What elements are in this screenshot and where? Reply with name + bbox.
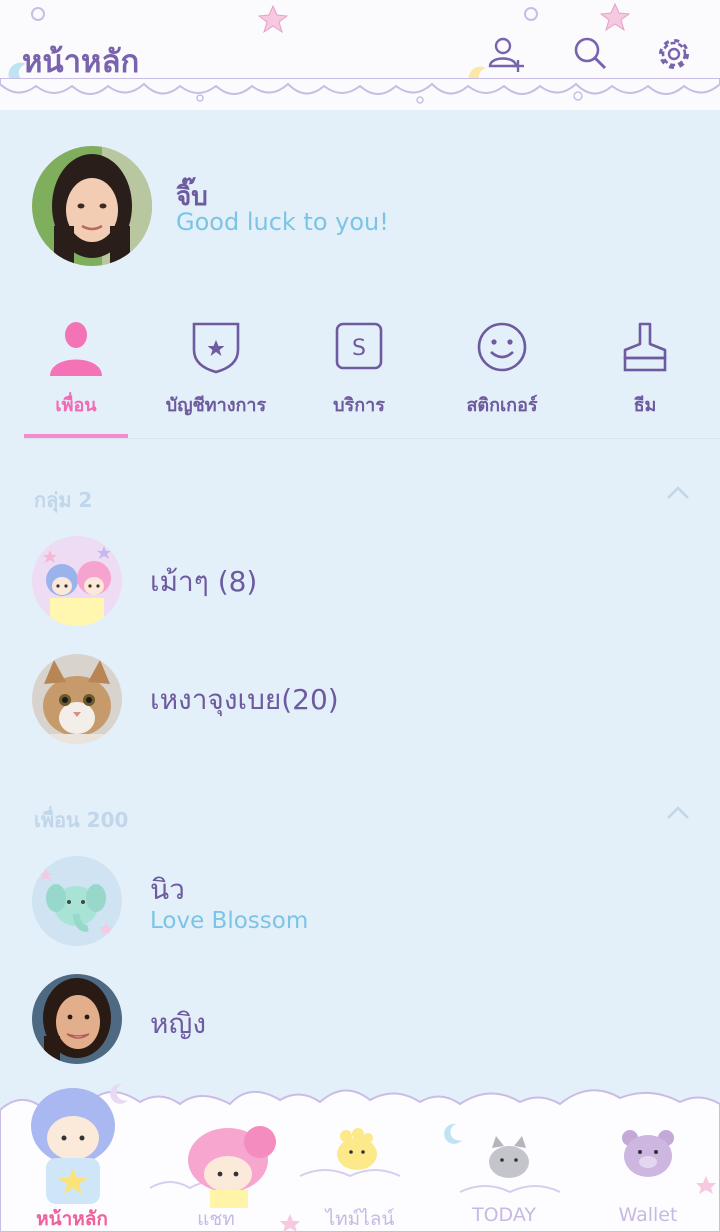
friend-avatar	[32, 974, 122, 1064]
tab-services[interactable]: S บริการ	[287, 318, 431, 438]
nav-timeline[interactable]: ไทม์ไลน์	[288, 1204, 432, 1232]
friend-status-message: Love Blossom	[150, 908, 309, 934]
tab-label: บัญชีทางการ	[165, 395, 267, 416]
tab-label: เพื่อน	[55, 395, 97, 416]
group-avatar	[32, 654, 122, 744]
nav-wallet[interactable]: Wallet	[576, 1204, 720, 1226]
groups-section-header[interactable]: กลุ่ม 2	[34, 484, 92, 516]
friend-row[interactable]: นิว Love Blossom	[0, 850, 720, 950]
service-s-icon: S	[335, 322, 383, 370]
group-name: เหงาจุงเบย(20)	[150, 683, 339, 716]
chevron-up-icon[interactable]	[664, 484, 692, 502]
twin-stars-image	[32, 536, 122, 626]
friend-row[interactable]: หญิง	[0, 968, 720, 1068]
kiki-character-image	[31, 1088, 115, 1204]
bubble-icon	[31, 7, 45, 21]
official-shield-icon	[192, 322, 240, 374]
divider	[24, 438, 720, 439]
star-icon	[600, 2, 630, 32]
home-tab-bar: เพื่อน บัญชีทางการ S บริการ สติกเกอร์ ธี…	[0, 318, 720, 440]
woman-photo	[32, 974, 122, 1064]
group-row[interactable]: เม้าๆ (8)	[0, 530, 720, 630]
group-avatar	[32, 536, 122, 626]
nav-chats[interactable]: แชท	[144, 1204, 288, 1232]
svg-text:S: S	[352, 336, 366, 361]
tab-friends[interactable]: เพื่อน	[4, 318, 148, 438]
profile-avatar[interactable]	[32, 146, 152, 266]
nav-today[interactable]: TODAY	[432, 1204, 576, 1226]
friend-avatar	[32, 856, 122, 946]
bottom-navigation: หน้าหลัก แชท ไทม์ไลน์ TODAY Wallet	[0, 1080, 720, 1232]
profile-photo	[32, 146, 152, 266]
chick-image	[337, 1128, 377, 1170]
bear-image	[622, 1130, 674, 1177]
my-profile[interactable]: จิ๊บ Good luck to you!	[0, 140, 720, 280]
star-icon	[258, 4, 288, 34]
header-cloud-border	[0, 78, 720, 104]
smiley-icon	[477, 322, 527, 372]
group-name: เม้าๆ (8)	[150, 565, 258, 598]
tab-stickers[interactable]: สติกเกอร์	[430, 318, 574, 438]
friend-name: หญิง	[150, 1007, 206, 1040]
tab-label: บริการ	[333, 395, 385, 416]
lala-character-image	[188, 1126, 276, 1208]
tab-official-accounts[interactable]: บัญชีทางการ	[144, 318, 288, 438]
tab-label: สติกเกอร์	[466, 395, 538, 416]
add-friend-icon[interactable]	[486, 34, 526, 74]
group-row[interactable]: เหงาจุงเบย(20)	[0, 648, 720, 748]
cat-photo	[32, 654, 122, 744]
nav-home[interactable]: หน้าหลัก	[0, 1204, 144, 1232]
theme-brush-icon	[623, 322, 667, 372]
search-icon[interactable]	[570, 34, 610, 74]
grey-cat-image	[489, 1136, 529, 1178]
chevron-up-icon[interactable]	[664, 804, 692, 822]
person-icon	[50, 322, 102, 376]
friends-section-header[interactable]: เพื่อน 200	[34, 804, 128, 836]
bubble-icon	[524, 7, 538, 21]
settings-icon[interactable]	[654, 34, 694, 74]
elephant-image	[32, 856, 122, 946]
profile-status-message: Good luck to you!	[176, 208, 389, 236]
header-bar: หน้าหลัก	[0, 0, 720, 110]
tab-themes[interactable]: ธีม	[573, 318, 717, 438]
tab-label: ธีม	[633, 395, 657, 416]
friend-name: นิว	[150, 873, 185, 906]
